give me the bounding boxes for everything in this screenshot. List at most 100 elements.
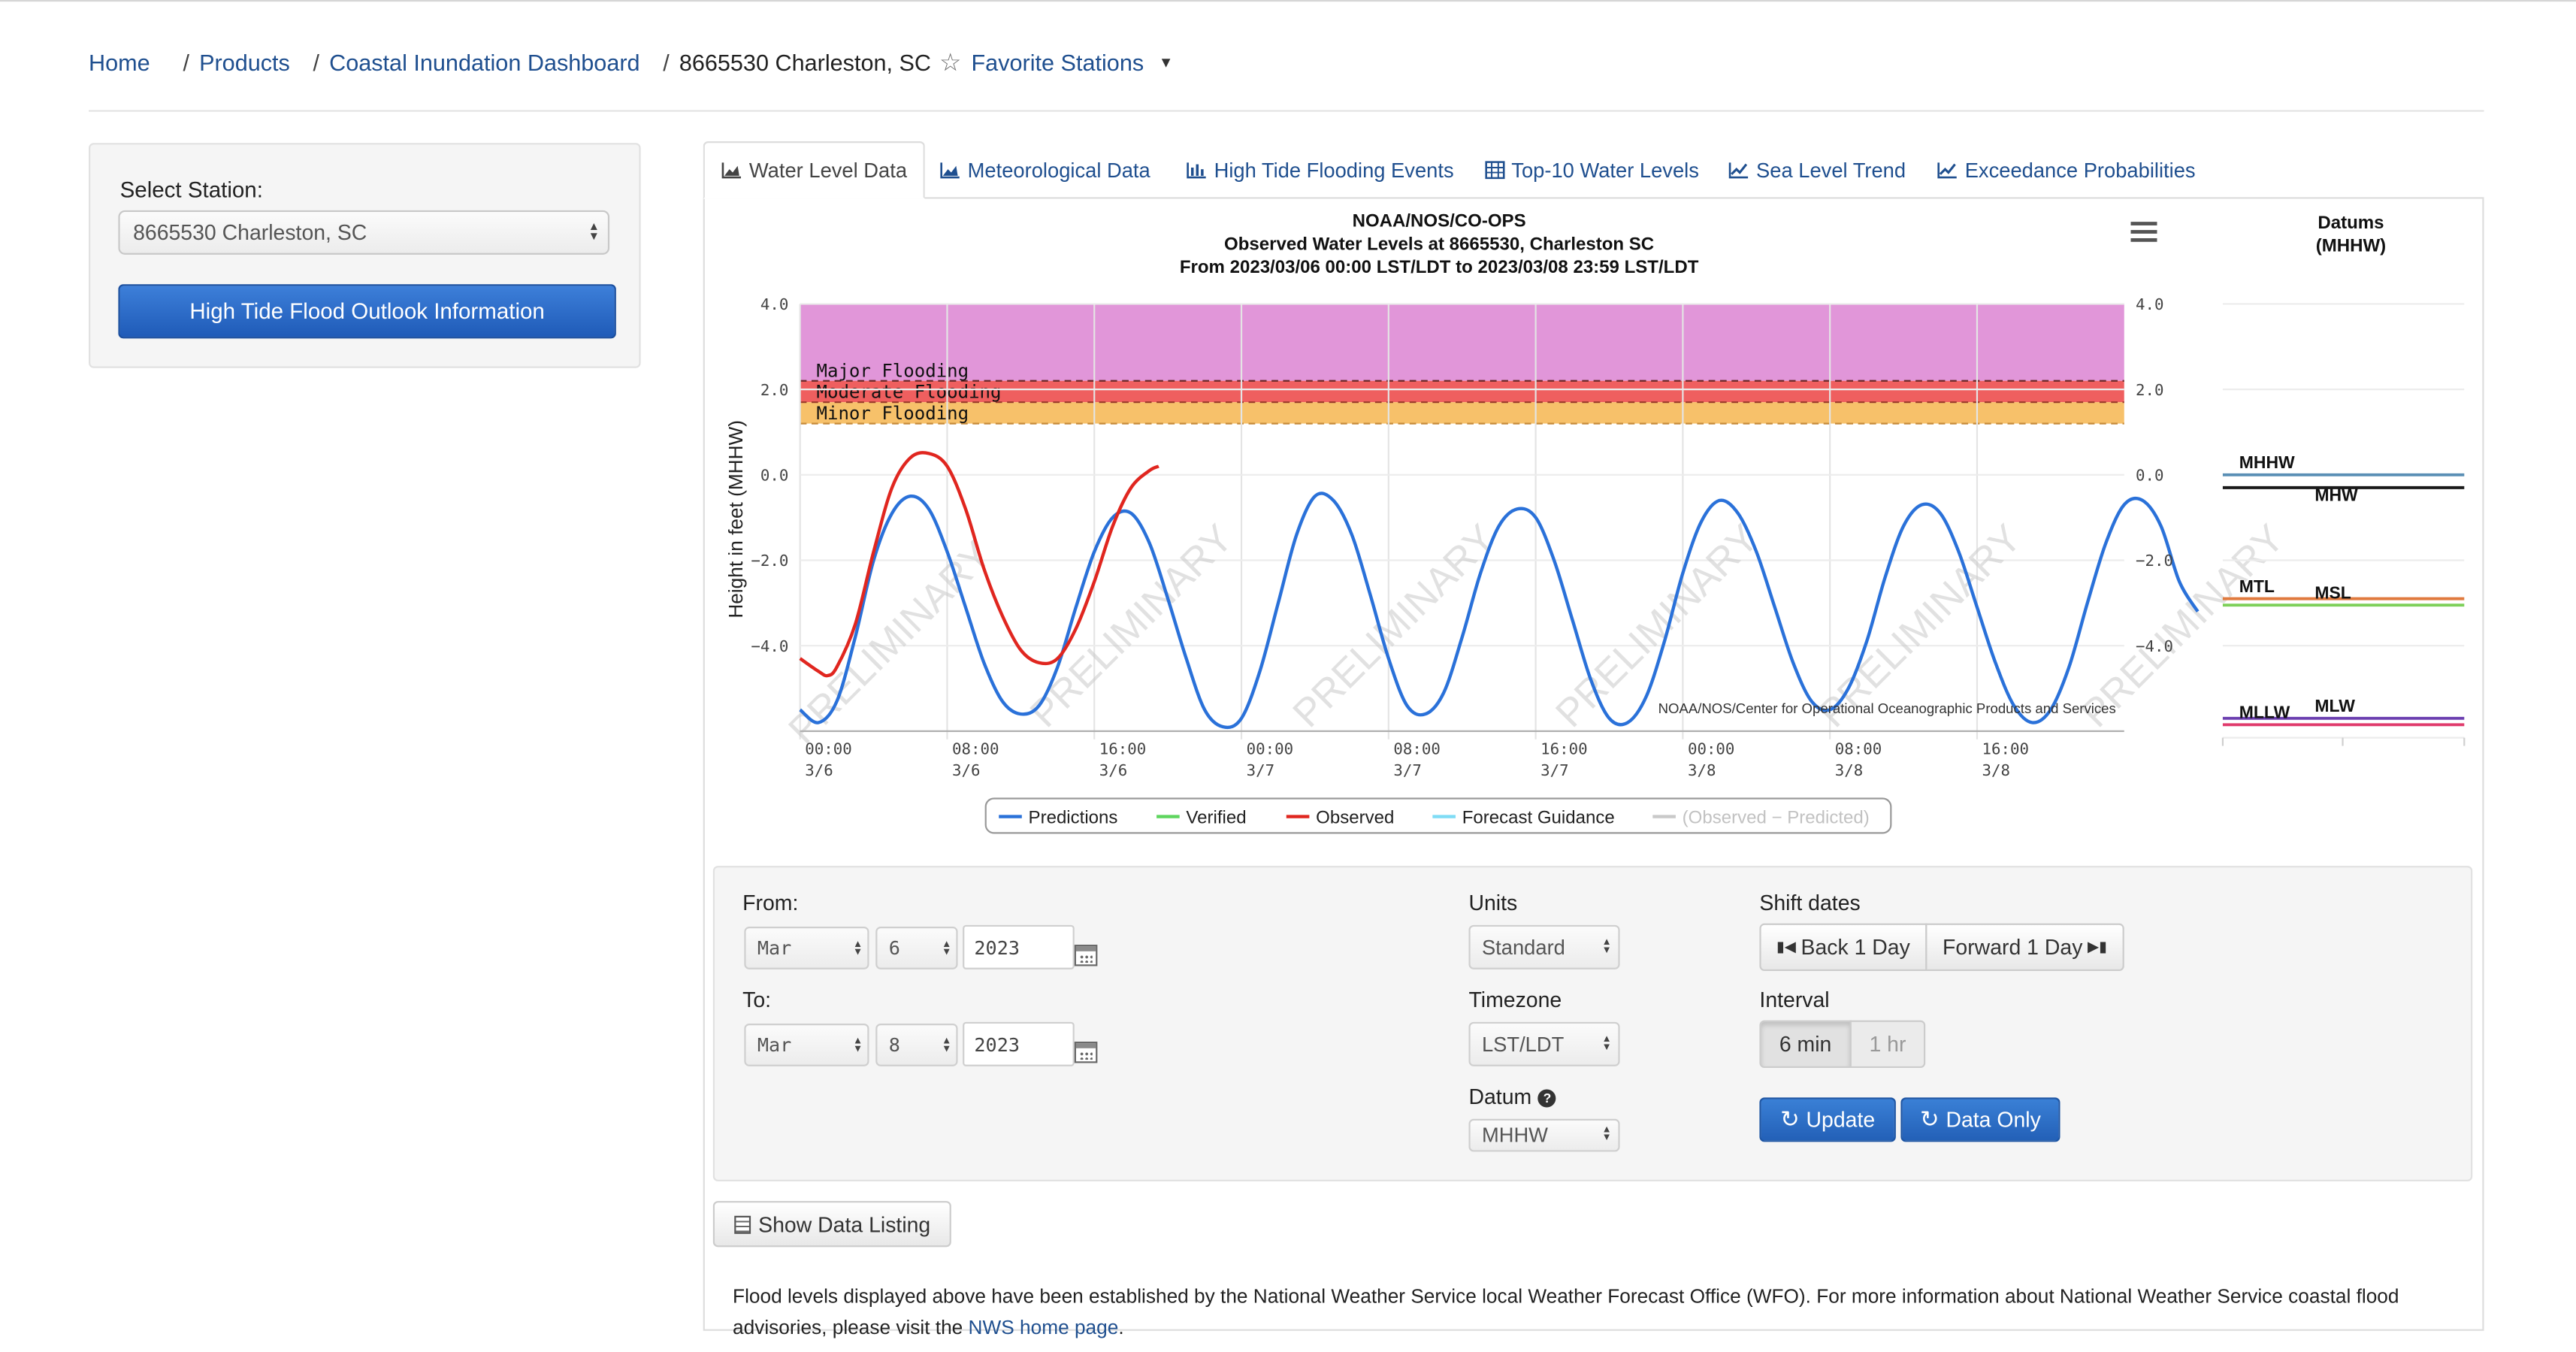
back-1-day-button[interactable]: ▮◀ Back 1 Day — [1759, 923, 1927, 972]
to-day-select[interactable]: 8 ▲ ▼ — [875, 1024, 958, 1066]
legend-item-observed-minus-predicted[interactable]: (Observed − Predicted) — [1652, 807, 1870, 827]
to-day-value: 8 — [888, 1033, 900, 1057]
y-tick-label-right: −4.0 — [2136, 637, 2173, 655]
tab-label: Water Level Data — [748, 158, 908, 182]
select-station-label: Select Station: — [119, 177, 263, 202]
shift-dates-label: Shift dates — [1759, 890, 1861, 915]
units-select[interactable]: Standard ▲ ▼ — [1468, 924, 1620, 969]
x-tick-time-label: 08:00 — [1393, 740, 1440, 758]
header-divider — [89, 110, 2484, 112]
x-tick-time-label: 16:00 — [1540, 740, 1587, 758]
breadcrumb-products-link[interactable]: Products — [199, 50, 290, 76]
forward-1-day-button[interactable]: Forward 1 Day ▶▮ — [1925, 923, 2124, 972]
breadcrumb: Home / Products / Coastal Inundation Das… — [89, 47, 1173, 77]
station-panel: Select Station: 8665530 Charleston, SC ▲… — [89, 143, 641, 368]
chart-menu-icon[interactable] — [2130, 222, 2157, 242]
nws-home-page-link[interactable]: NWS home page — [969, 1316, 1119, 1339]
update-button[interactable]: ↻ Update — [1759, 1097, 1896, 1142]
y-tick-label-left: 4.0 — [760, 295, 788, 313]
x-tick-time-label: 16:00 — [1982, 740, 2029, 758]
refresh-icon: ↻ — [1780, 1105, 1800, 1133]
flood-bands: Major FloodingModerate FloodingMinor Flo… — [800, 304, 2124, 425]
chart-date-range: From 2023/03/06 00:00 LST/LDT to 2023/03… — [1180, 257, 1699, 277]
to-label: To: — [742, 987, 772, 1012]
select-arrows-icon: ▲ ▼ — [943, 1035, 950, 1055]
datum-select[interactable]: MHHW ▲ ▼ — [1468, 1118, 1620, 1152]
select-arrows-icon: ▲ ▼ — [943, 938, 950, 958]
datum-label-mhw: MHW — [2314, 485, 2358, 504]
top-divider — [0, 0, 2576, 2]
breadcrumb-dashboard-link[interactable]: Coastal Inundation Dashboard — [329, 50, 639, 76]
from-year-value: 2023 — [974, 936, 1020, 959]
interval-6min-button[interactable]: 6 min — [1759, 1020, 1852, 1069]
legend-label: Predictions — [1029, 807, 1118, 827]
star-icon[interactable]: ☆ — [939, 47, 961, 77]
breadcrumb-current-station: 8665530 Charleston, SC — [679, 49, 932, 76]
calendar-icon[interactable] — [1074, 945, 1098, 966]
breadcrumb-separator: / — [663, 49, 670, 76]
from-month-select[interactable]: Mar ▲ ▼ — [744, 927, 869, 969]
help-icon[interactable]: ? — [1537, 1089, 1556, 1108]
from-day-value: 6 — [888, 936, 900, 960]
tab-top-10-water-levels[interactable]: Top-10 Water Levels — [1485, 141, 1699, 199]
x-tick-date-label: 3/7 — [1540, 761, 1568, 779]
breadcrumb-home-link[interactable]: Home — [89, 50, 150, 76]
moderate-flooding-label: Moderate Flooding — [817, 382, 1002, 403]
tab-high-tide-flooding-events[interactable]: High Tide Flooding Events — [1186, 141, 1454, 199]
calendar-icon[interactable] — [1074, 1042, 1098, 1063]
tab-meteorological-data[interactable]: Meteorological Data — [940, 141, 1150, 199]
x-tick-time-label: 00:00 — [1688, 740, 1734, 758]
x-tick-date-label: 3/7 — [1247, 761, 1274, 779]
to-month-select[interactable]: Mar ▲ ▼ — [744, 1024, 869, 1066]
x-tick-time-label: 08:00 — [952, 740, 999, 758]
timezone-label: Timezone — [1468, 987, 1562, 1012]
list-icon — [733, 1214, 751, 1233]
high-tide-outlook-button[interactable]: High Tide Flood Outlook Information — [118, 284, 616, 339]
interval-label: Interval — [1759, 987, 1830, 1012]
chart-subtitle: Observed Water Levels at 8665530, Charle… — [1224, 234, 1654, 254]
y-tick-label-right: 4.0 — [2136, 295, 2163, 313]
to-year-value: 2023 — [974, 1033, 1020, 1056]
show-data-listing-button[interactable]: Show Data Listing — [712, 1201, 951, 1248]
datums-subtitle: (MHHW) — [2316, 235, 2386, 256]
breadcrumb-separator: / — [313, 49, 319, 76]
select-arrows-icon: ▲ ▼ — [588, 221, 600, 243]
caret-down-icon[interactable]: ▼ — [1159, 54, 1174, 71]
breadcrumb-separator: / — [183, 49, 189, 76]
flood-levels-note: Flood levels displayed above have been e… — [733, 1281, 2441, 1344]
timezone-select[interactable]: LST/LDT ▲ ▼ — [1468, 1021, 1620, 1066]
y-tick-label-left: −2.0 — [751, 552, 788, 570]
tab-label: Top-10 Water Levels — [1511, 158, 1699, 182]
refresh-icon: ↻ — [1920, 1105, 1940, 1133]
favorite-stations-link[interactable]: Favorite Stations — [971, 50, 1144, 76]
to-year-input[interactable]: 2023 — [963, 1021, 1075, 1066]
from-month-value: Mar — [757, 936, 792, 960]
x-tick-date-label: 3/8 — [1835, 761, 1863, 779]
tab-sea-level-trend[interactable]: Sea Level Trend — [1728, 141, 1906, 199]
line-chart-icon — [1937, 162, 1957, 179]
step-backward-icon: ▮◀ — [1776, 938, 1796, 955]
datum-label-mlw: MLW — [2314, 696, 2355, 715]
data-only-button[interactable]: ↻ Data Only — [1900, 1097, 2060, 1142]
x-tick-date-label: 3/8 — [1688, 761, 1716, 779]
back-1-day-label: Back 1 Day — [1800, 934, 1910, 960]
to-month-value: Mar — [757, 1033, 792, 1057]
interval-1hr-button[interactable]: 1 hr — [1849, 1020, 1926, 1069]
water-level-chart: Major FloodingModerate FloodingMinor Flo… — [724, 211, 2466, 834]
tab-water-level-data[interactable]: Water Level Data — [703, 141, 926, 199]
from-label: From: — [742, 890, 799, 915]
tab-exceedance-probabilities[interactable]: Exceedance Probabilities — [1937, 141, 2196, 199]
from-day-select[interactable]: 6 ▲ ▼ — [875, 927, 958, 969]
select-arrows-icon: ▲ ▼ — [1601, 937, 1612, 956]
datum-label-mtl: MTL — [2239, 576, 2275, 596]
x-tick-time-label: 08:00 — [1835, 740, 1882, 758]
major-flood-band — [800, 304, 2124, 381]
x-tick-date-label: 3/6 — [1099, 761, 1127, 779]
legend-label: (Observed − Predicted) — [1683, 807, 1870, 827]
minor-flooding-label: Minor Flooding — [817, 403, 969, 424]
select-arrows-icon: ▲ ▼ — [854, 1035, 861, 1055]
station-select[interactable]: 8665530 Charleston, SC ▲ ▼ — [118, 210, 610, 255]
x-tick-time-label: 16:00 — [1099, 740, 1146, 758]
from-year-input[interactable]: 2023 — [963, 924, 1075, 969]
data-only-label: Data Only — [1946, 1107, 2041, 1133]
